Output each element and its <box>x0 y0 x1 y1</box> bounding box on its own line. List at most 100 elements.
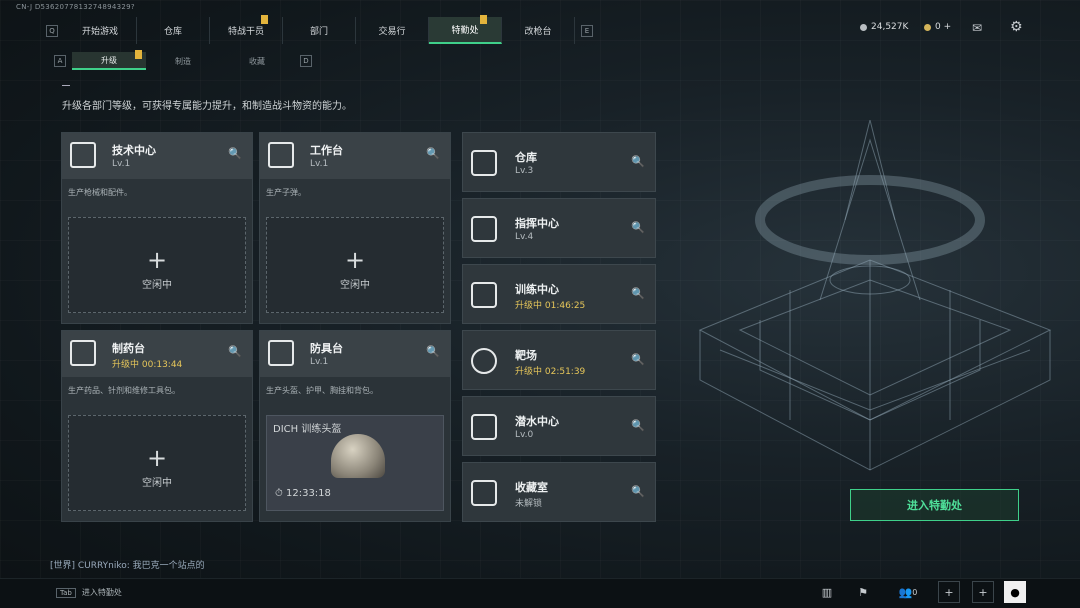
notification-badge <box>135 50 142 59</box>
card-diving-center[interactable]: 潜水中心 Lv.0 🔍 <box>462 396 656 456</box>
plus-icon: + <box>146 444 168 472</box>
card-title: 仓库 <box>515 151 537 164</box>
card-level: Lv.0 <box>515 430 534 440</box>
tab-start-game[interactable]: 开始游戏 <box>64 17 137 44</box>
card-training-center[interactable]: 训练中心 升级中 01:46:25 🔍 <box>462 264 656 324</box>
card-collection-room[interactable]: 收藏室 未解锁 🔍 <box>462 462 656 522</box>
search-icon[interactable]: 🔍 <box>631 419 645 432</box>
card-level: 升级中 00:13:44 <box>112 360 183 370</box>
diving-mask-icon <box>471 414 497 440</box>
tab-gunsmith[interactable]: 改枪台 <box>502 17 575 44</box>
card-title: 工作台 <box>310 144 343 157</box>
settings-gear-icon[interactable]: ⚙ <box>1010 19 1023 35</box>
tab-departments[interactable]: 部门 <box>283 17 356 44</box>
divider <box>62 85 70 86</box>
card-title: 指挥中心 <box>515 217 559 230</box>
card-shooting-range[interactable]: 靶场 升级中 02:51:39 🔍 <box>462 330 656 390</box>
tech-center-icon <box>70 142 96 168</box>
card-title: 潜水中心 <box>515 415 559 428</box>
slot-status: 空闲中 <box>142 478 172 489</box>
card-title: 制药台 <box>112 342 145 355</box>
card-level: Lv.3 <box>515 166 534 176</box>
card-title: 防具台 <box>310 342 343 355</box>
card-tech-center[interactable]: 技术中心 Lv.1 🔍 生产枪械和配件。 + 空闲中 <box>61 132 253 324</box>
card-level: 未解锁 <box>515 499 543 509</box>
money-icon <box>860 23 867 31</box>
microscope-icon <box>70 340 96 366</box>
tab-collection[interactable]: 收藏 <box>220 52 294 70</box>
notification-badge <box>480 15 487 24</box>
mail-icon[interactable]: ✉ <box>972 21 982 35</box>
hammer-wrench-icon <box>268 142 294 168</box>
production-slot[interactable]: + 空闲中 <box>68 217 246 313</box>
tab-hint[interactable]: Tab 进入特勤处 <box>56 587 122 598</box>
card-command-center[interactable]: 指挥中心 Lv.4 🔍 <box>462 198 656 258</box>
nav-right-key[interactable]: E <box>581 24 593 37</box>
card-armor-bench[interactable]: 防具台 Lv.1 🔍 生产头盔、护甲、胸挂和背包。 DICH 训练头盔 ⏱ 12… <box>259 330 451 522</box>
search-icon[interactable]: 🔍 <box>631 155 645 168</box>
user-id: CN-J D5362077813274894329? <box>16 3 135 11</box>
card-title: 收藏室 <box>515 481 548 494</box>
page-description: 升级各部门等级，可获得专属能力提升，和制造战斗物资的能力。 <box>62 101 352 112</box>
search-icon[interactable]: 🔍 <box>631 287 645 300</box>
search-icon[interactable]: 🔍 <box>631 485 645 498</box>
qq-avatar-icon[interactable]: ● <box>1004 581 1026 603</box>
card-description: 生产枪械和配件。 <box>68 188 132 197</box>
tab-special-ops[interactable]: 特勤处 <box>429 15 502 44</box>
coin-display[interactable]: 0 + <box>924 22 951 32</box>
card-title: 靶场 <box>515 349 537 362</box>
card-level: Lv.1 <box>112 159 131 169</box>
enter-special-ops-button[interactable]: 进入特勤处 <box>850 489 1019 521</box>
add-slot-button[interactable]: + <box>972 581 994 603</box>
tab-warehouse[interactable]: 仓库 <box>137 17 210 44</box>
command-chip-icon <box>471 216 497 242</box>
slot-status: 空闲中 <box>142 280 172 291</box>
search-icon[interactable]: 🔍 <box>631 221 645 234</box>
tab-label: 进入特勤处 <box>81 588 122 597</box>
target-icon <box>471 348 497 374</box>
tab-operators[interactable]: 特战干员 <box>210 15 283 44</box>
card-title: 技术中心 <box>112 144 156 157</box>
production-slot[interactable]: + 空闲中 <box>266 217 444 313</box>
item-name: DICH 训练头盔 <box>273 424 342 435</box>
tab-trade[interactable]: 交易行 <box>356 17 429 44</box>
add-slot-button[interactable]: + <box>938 581 960 603</box>
main-nav: Q 开始游戏 仓库 特战干员 部门 交易行 特勤处 改枪台 E <box>40 15 599 44</box>
card-title: 训练中心 <box>515 283 559 296</box>
trophy-icon <box>471 480 497 506</box>
armor-cubes-icon <box>268 340 294 366</box>
production-item[interactable]: DICH 训练头盔 ⏱ 12:33:18 <box>266 415 444 511</box>
bottom-bar: Tab 进入特勤处 ▥ ⚑ 👥 0 + + ● <box>0 578 1080 608</box>
flag-icon[interactable]: ⚑ <box>852 581 874 603</box>
production-slot[interactable]: + 空闲中 <box>68 415 246 511</box>
tab-upgrade[interactable]: 升级 <box>72 50 146 70</box>
chat-message: [世界] CURRYniko: 我巴克一个站点的 <box>50 561 205 571</box>
card-level: 升级中 01:46:25 <box>515 301 586 311</box>
search-icon[interactable]: 🔍 <box>631 353 645 366</box>
card-pharmacy[interactable]: 制药台 升级中 00:13:44 🔍 生产药品、针剂和维修工具包。 + 空闲中 <box>61 330 253 522</box>
search-icon[interactable]: 🔍 <box>228 147 242 161</box>
dumbbell-icon <box>471 282 497 308</box>
subnav-left-key[interactable]: A <box>54 55 66 67</box>
friends-icon[interactable]: 👥 0 <box>892 581 924 603</box>
search-icon[interactable]: 🔍 <box>426 345 440 359</box>
money-display: 24,527K <box>860 22 908 32</box>
stats-icon[interactable]: ▥ <box>816 581 838 603</box>
card-level: Lv.4 <box>515 232 534 242</box>
subnav-right-key[interactable]: D <box>300 55 312 67</box>
card-description: 生产头盔、护甲、胸挂和背包。 <box>266 386 378 395</box>
card-level: Lv.1 <box>310 357 329 367</box>
special-ops-building-illustration <box>698 120 1052 471</box>
search-icon[interactable]: 🔍 <box>228 345 242 359</box>
sub-nav: A 升级 制造 收藏 D <box>48 50 318 70</box>
plus-icon: + <box>146 246 168 274</box>
tab-craft[interactable]: 制造 <box>146 52 220 70</box>
card-description: 生产子弹。 <box>266 188 306 197</box>
search-icon[interactable]: 🔍 <box>426 147 440 161</box>
card-workbench[interactable]: 工作台 Lv.1 🔍 生产子弹。 + 空闲中 <box>259 132 451 324</box>
tab-key: Tab <box>56 587 76 598</box>
nav-left-key[interactable]: Q <box>46 24 58 37</box>
notification-badge <box>261 15 268 24</box>
card-level: Lv.1 <box>310 159 329 169</box>
card-warehouse[interactable]: 仓库 Lv.3 🔍 <box>462 132 656 192</box>
